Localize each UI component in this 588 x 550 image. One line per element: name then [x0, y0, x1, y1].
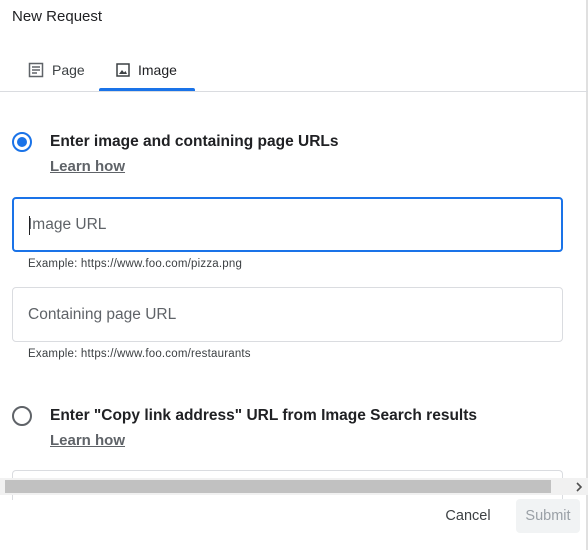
horizontal-scrollbar[interactable]: [0, 478, 588, 495]
text-caret: [29, 216, 30, 235]
image-icon: [116, 62, 130, 77]
cancel-button[interactable]: Cancel: [436, 499, 500, 533]
new-request-dialog: New Request Page Image Enter image and c…: [0, 0, 588, 550]
tab-page-label: Page: [52, 61, 85, 78]
tab-image-label: Image: [138, 61, 177, 78]
scrollbar-thumb[interactable]: [5, 480, 551, 493]
submit-button[interactable]: Submit: [516, 499, 580, 533]
page-url-field[interactable]: [12, 287, 563, 342]
image-url-hint: Example: https://www.foo.com/pizza.png: [28, 258, 243, 270]
image-url-input[interactable]: [28, 199, 548, 250]
document-icon: [28, 62, 44, 78]
option-copy-link-label: Enter "Copy link address" URL from Image…: [50, 407, 478, 424]
image-url-field[interactable]: [12, 197, 563, 252]
dialog-title: New Request: [12, 8, 103, 25]
page-url-hint: Example: https://www.foo.com/restaurants: [28, 348, 251, 360]
option-image-and-page[interactable]: Enter image and containing page URLs Lea…: [12, 131, 339, 177]
active-tab-indicator: [99, 88, 195, 91]
learn-how-link-copy[interactable]: Learn how: [50, 431, 477, 451]
tab-bar: Page Image: [0, 48, 588, 92]
tab-image[interactable]: Image: [116, 48, 177, 91]
tab-page[interactable]: Page: [28, 48, 85, 91]
scroll-right-arrow-icon[interactable]: [573, 480, 585, 493]
radio-image-and-page[interactable]: [12, 132, 32, 152]
option-image-and-page-label: Enter image and containing page URLs: [50, 133, 339, 150]
option-copy-link[interactable]: Enter "Copy link address" URL from Image…: [12, 405, 477, 451]
radio-copy-link[interactable]: [12, 406, 32, 426]
page-url-input[interactable]: [28, 288, 548, 341]
learn-how-link[interactable]: Learn how: [50, 157, 339, 177]
